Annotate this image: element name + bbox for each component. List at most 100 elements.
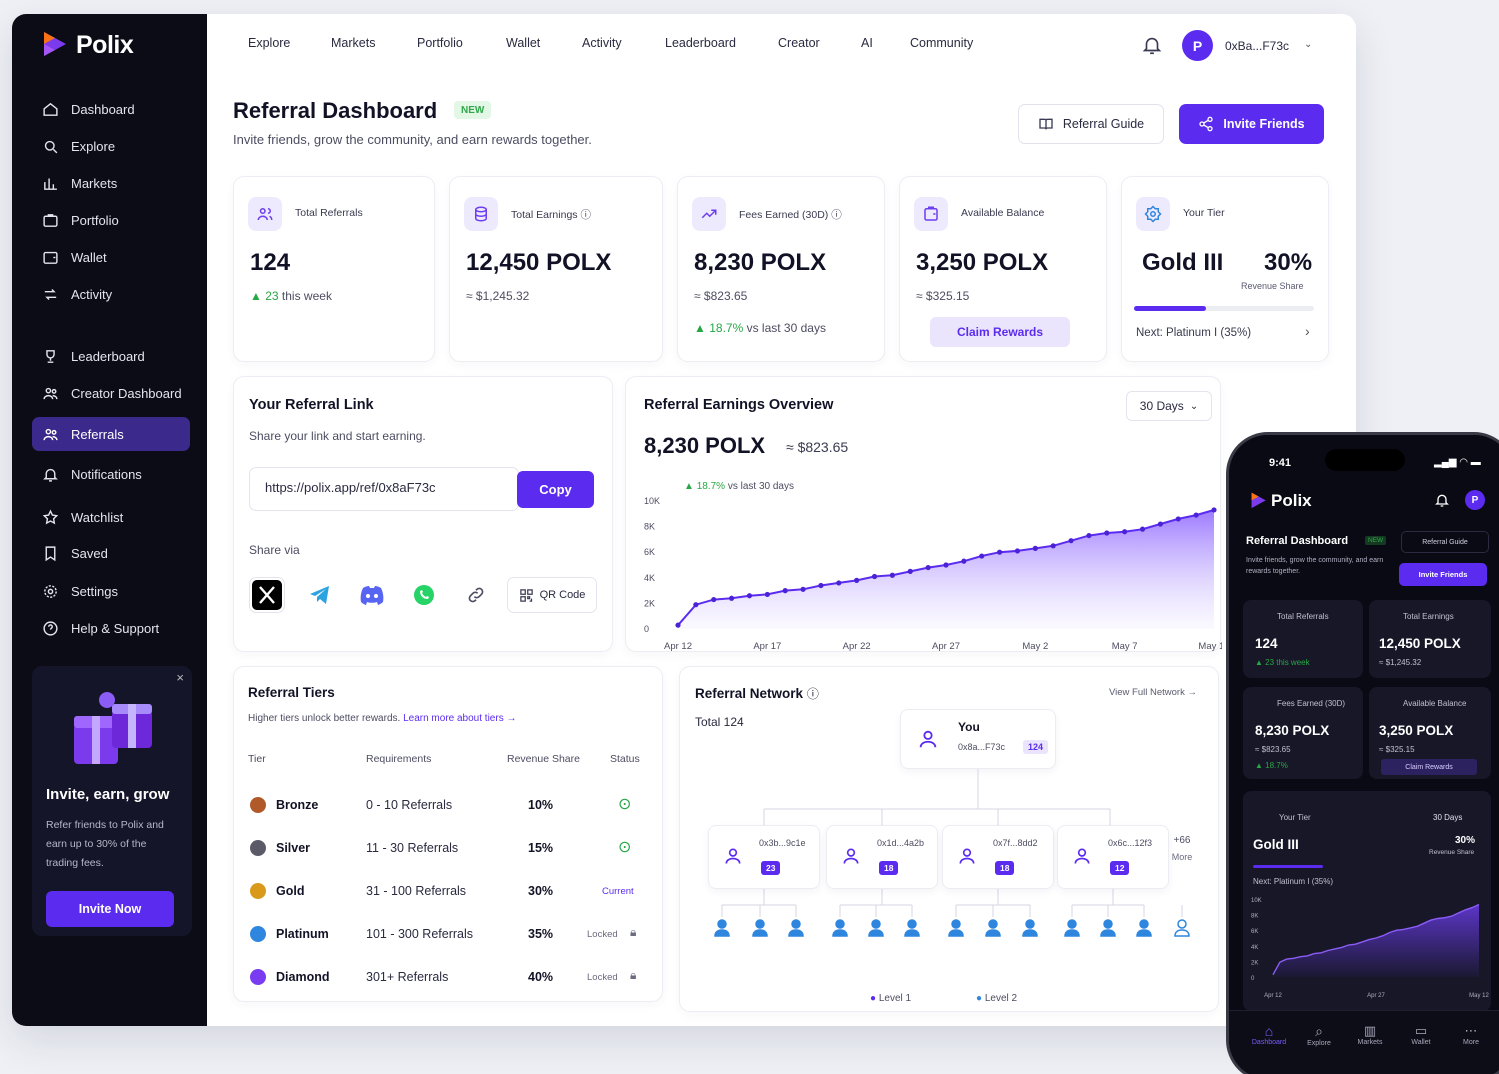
revenue-share-label: Revenue Share [1241, 281, 1304, 291]
sidebar-item-label: Dashboard [71, 101, 135, 117]
stat-delta: ▲ 18.7% vs last 30 days [694, 321, 826, 335]
sidebar-item-notifications[interactable]: Notifications [32, 457, 190, 491]
data-point [1032, 545, 1038, 551]
network-node[interactable]: 0x3b...9c1e 23 [708, 825, 820, 889]
stat-approx: ≈ $325.15 [916, 289, 970, 303]
user-icon [725, 848, 741, 864]
help-icon [43, 620, 58, 636]
tier-share: 40% [528, 970, 554, 984]
sidebar-item-leaderboard[interactable]: Leaderboard [32, 339, 190, 373]
qr-code-button[interactable]: QR Code [507, 577, 597, 613]
sidebar-item-markets[interactable]: Markets [32, 166, 190, 200]
qr-code-icon [519, 588, 533, 602]
phone-x-tick: Apr 12 [1264, 993, 1282, 999]
sidebar-item-label: Wallet [71, 249, 107, 265]
tier-name: Silver [276, 841, 311, 855]
brand[interactable]: Polix [40, 30, 134, 60]
phone-invite-button[interactable]: Invite Friends [1399, 563, 1487, 586]
network-node[interactable]: 0x1d...4a2b 18 [826, 825, 938, 889]
share-whatsapp-button[interactable] [406, 577, 442, 613]
sidebar-item-help-support[interactable]: Help & Support [32, 611, 190, 645]
network-node[interactable]: 0x6c...12f3 12 [1057, 825, 1169, 889]
info-icon[interactable]: ⓘ [831, 209, 842, 221]
sidebar-item-activity[interactable]: Activity [32, 277, 190, 311]
phone-tab-more[interactable]: ⋯ More [1451, 1023, 1491, 1046]
share-telegram-button[interactable] [302, 577, 338, 613]
claim-rewards-button[interactable]: Claim Rewards [930, 317, 1070, 347]
bell-icon[interactable] [1434, 492, 1450, 508]
tier-share: 15% [528, 841, 554, 855]
phone-tab-explore[interactable]: ⌕ Explore [1299, 1023, 1339, 1047]
topnav-explore[interactable]: Explore [248, 36, 290, 50]
sidebar-item-saved[interactable]: Saved [32, 536, 190, 570]
stat-label-text: Fees Earned (30D) [739, 209, 829, 221]
topnav-wallet[interactable]: Wallet [506, 36, 540, 50]
phone-tab-wallet[interactable]: ▭ Wallet [1401, 1023, 1441, 1046]
invite-friends-button[interactable]: Invite Friends [1179, 104, 1324, 144]
info-icon[interactable]: ⓘ [580, 209, 591, 221]
share-discord-button[interactable] [354, 577, 390, 613]
phone-tab-dashboard[interactable]: ⌂ Dashboard [1249, 1023, 1289, 1046]
topnav-markets[interactable]: Markets [331, 36, 375, 50]
phone-card-balance: Available Balance 3,250 POLX ≈ $325.15 C… [1369, 687, 1491, 779]
tier-status: Current [602, 886, 634, 897]
node-address: 0x1d...4a2b [877, 838, 925, 848]
topnav-creator[interactable]: Creator [778, 36, 820, 50]
section-subtitle: Share your link and start earning. [249, 429, 426, 443]
phone-tab-label: Explore [1307, 1040, 1331, 1047]
topnav-community[interactable]: Community [910, 36, 973, 50]
polix-logo-icon [44, 32, 66, 56]
sidebar-item-wallet[interactable]: Wallet [32, 240, 190, 274]
chevron-right-icon[interactable]: › [1305, 323, 1310, 339]
lock-icon: 🔒︎ [630, 925, 637, 939]
wallet-icon: ▭ [1414, 1023, 1428, 1038]
copy-button[interactable]: Copy [517, 471, 594, 508]
person-icon [985, 919, 1001, 937]
phone-y-tick: 10K [1251, 898, 1262, 904]
data-point [711, 596, 717, 603]
delta-suffix: vs last 30 days [746, 321, 826, 335]
share-link-button[interactable] [458, 577, 494, 613]
sidebar-item-label: Creator Dashboard [71, 385, 182, 401]
phone-card-label: Fees Earned (30D) [1277, 699, 1346, 708]
topnav-activity[interactable]: Activity [582, 36, 622, 50]
sidebar-item-referrals[interactable]: Referrals [32, 417, 190, 451]
phone-share-value: 30% [1455, 835, 1476, 846]
chevron-down-icon[interactable]: ⌄ [1304, 39, 1312, 50]
invite-now-button[interactable]: Invite Now [46, 891, 174, 927]
phone-tab-markets[interactable]: ▥ Markets [1350, 1023, 1390, 1046]
sidebar-item-creator-dashboard[interactable]: Creator Dashboard [32, 376, 190, 410]
phone-guide-button[interactable]: Referral Guide [1401, 531, 1489, 553]
stat-card-total-referrals: Total Referrals 124 ▲ 23 this week [233, 176, 435, 362]
sidebar-item-dashboard[interactable]: Dashboard [32, 92, 190, 126]
referral-link-input[interactable] [265, 480, 515, 495]
next-tier-text: Next: Platinum I (35%) [1136, 327, 1252, 339]
topnav-ai[interactable]: AI [861, 36, 873, 50]
share-x-button[interactable] [249, 577, 285, 613]
sidebar-item-settings[interactable]: Settings [32, 574, 190, 608]
chart-icon [44, 178, 57, 190]
phone-mockup: 9:41 ▂▄▆ ◠ ▬ Polix P Referral Dashboard … [1226, 432, 1499, 1074]
phone-range[interactable]: 30 Days [1433, 813, 1462, 822]
learn-more-link[interactable]: Learn more about tiers → [403, 713, 516, 724]
sidebar-item-portfolio[interactable]: Portfolio [32, 203, 190, 237]
phone-avatar[interactable]: P [1465, 490, 1485, 510]
phone-claim-button[interactable]: Claim Rewards [1381, 759, 1477, 775]
network-more[interactable]: +66 More [1160, 835, 1204, 862]
close-icon[interactable]: × [176, 670, 184, 685]
phone-new-badge: NEW [1365, 536, 1387, 545]
topnav-leaderboard[interactable]: Leaderboard [665, 36, 736, 50]
bell-icon[interactable] [1141, 34, 1163, 56]
avatar[interactable]: P [1182, 30, 1213, 61]
topnav-portfolio[interactable]: Portfolio [417, 36, 463, 50]
network-node[interactable]: 0x7f...8dd2 18 [942, 825, 1054, 889]
data-point [925, 564, 931, 571]
phone-card-label: Total Referrals [1277, 612, 1329, 621]
referral-link-box [249, 467, 519, 511]
referral-guide-button[interactable]: Referral Guide [1018, 104, 1164, 144]
person-icon [714, 919, 730, 937]
delta-value: 18.7% [709, 321, 744, 335]
sidebar-item-watchlist[interactable]: Watchlist [32, 500, 190, 534]
wallet-address[interactable]: 0xBa...F73c [1225, 39, 1289, 53]
sidebar-item-explore[interactable]: Explore [32, 129, 190, 163]
